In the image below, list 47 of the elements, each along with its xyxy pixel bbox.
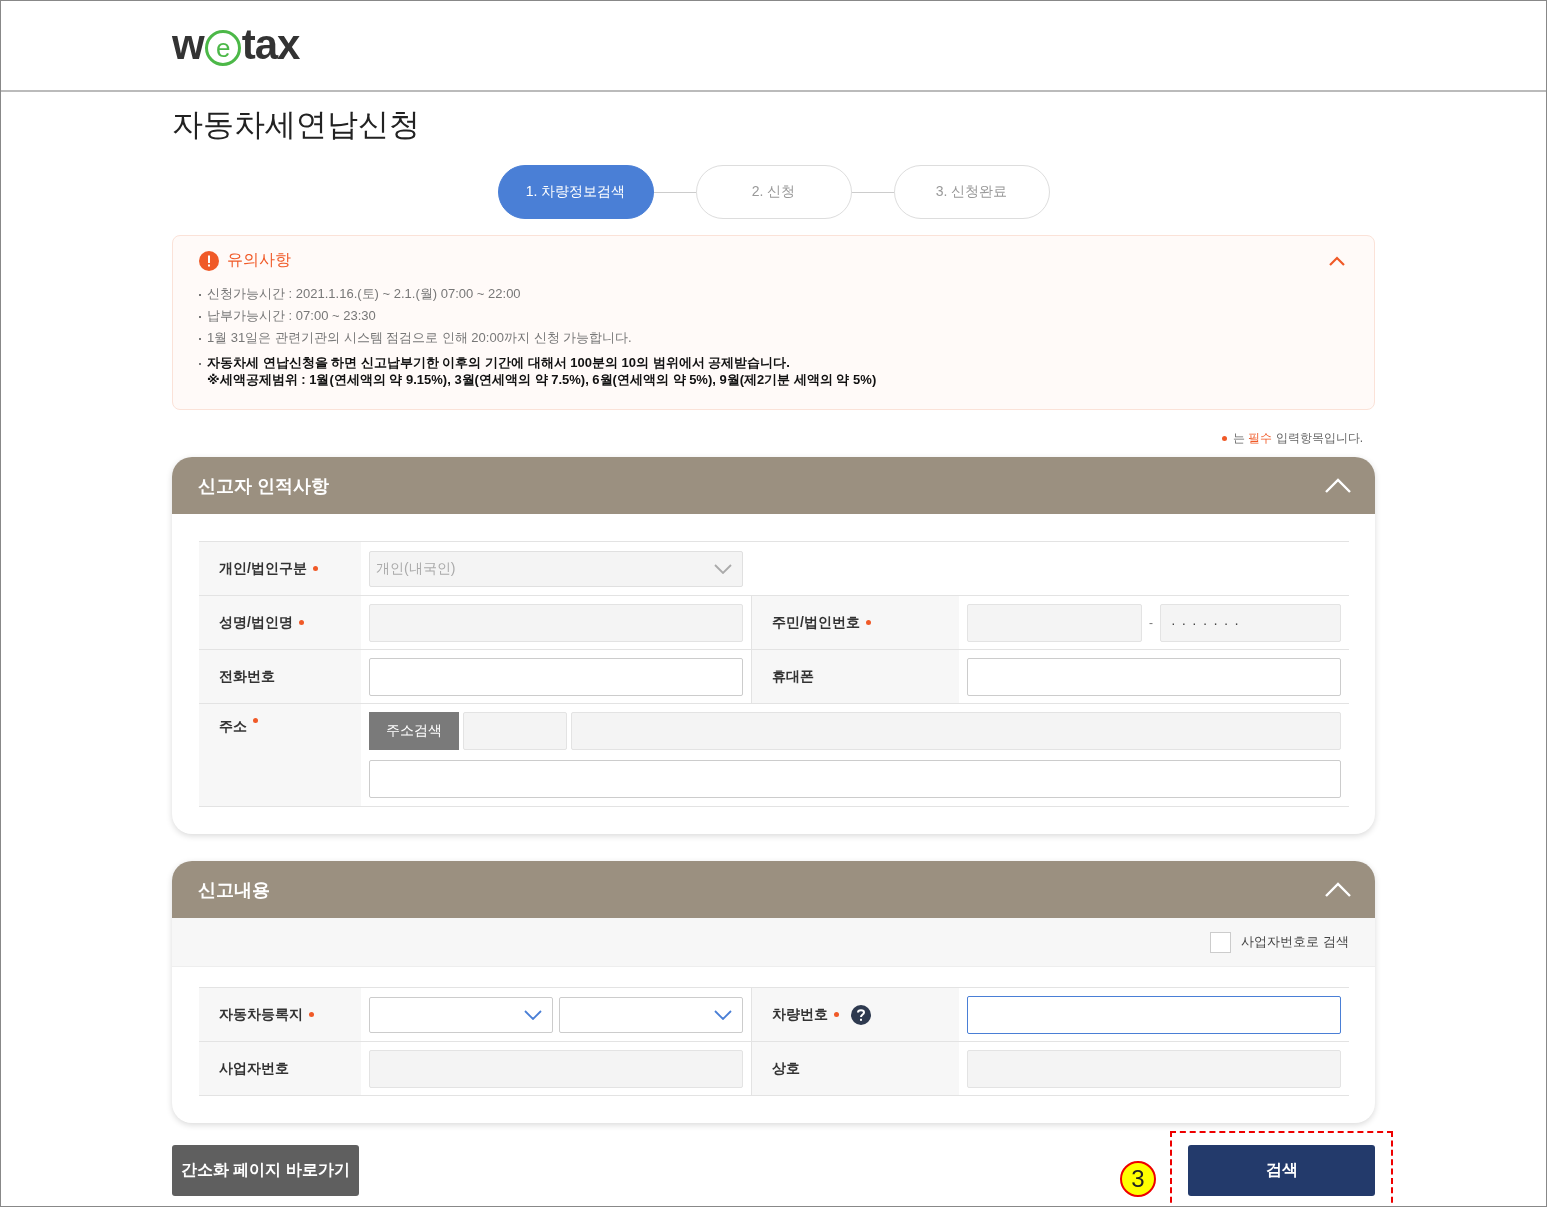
input-field[interactable] (967, 995, 1341, 1034)
field-label: 주소 (219, 718, 247, 736)
address-detail-field[interactable] (369, 760, 1341, 798)
select-field[interactable] (559, 996, 743, 1033)
collapse-icon[interactable] (1329, 255, 1345, 266)
required-mark-icon (309, 1012, 314, 1017)
field-label: 전화번호 (219, 667, 275, 686)
field-label: 차량번호 (772, 1005, 828, 1024)
required-mark-icon (865, 620, 871, 625)
select-field[interactable] (369, 996, 553, 1033)
notice-text: 납부가능시간 : 07:00 ~ 23:30 (207, 307, 376, 324)
field-label: 개인/법인구분 (219, 559, 307, 578)
checkbox[interactable] (1210, 931, 1232, 953)
chevron-down-icon (714, 1009, 732, 1020)
required-mark-icon (312, 566, 318, 571)
field-label: 성명/법인명 (219, 613, 293, 632)
required-mark-icon (1222, 436, 1227, 441)
input-field[interactable] (967, 657, 1341, 696)
section-title: 신고자 인적사항 (198, 474, 329, 498)
search-button[interactable]: 검색 (1188, 1145, 1375, 1196)
required-note: 는 필수 입력항목입니다. (1233, 430, 1363, 447)
notice-title: 유의사항 (227, 250, 291, 270)
field-label: 자동차등록지 (219, 1005, 303, 1024)
chevron-down-icon (714, 563, 732, 574)
checkbox-label[interactable]: 사업자번호로 검색 (1241, 933, 1349, 951)
notice-text: 신청가능시간 : 2021.1.16.(토) ~ 2.1.(월) 07:00 ~ 22:00 (207, 285, 521, 302)
field-label: 주민/법인번호 (772, 613, 860, 632)
separator-text: - (1149, 615, 1153, 630)
notice-text: 자동차세 연납신청을 하면 신고납부기한 이후의 기간에 대해서 100분의 10의 범위에서 공제받습니다. (207, 354, 791, 371)
chevron-down-icon (524, 1009, 542, 1020)
input-field[interactable] (369, 657, 743, 696)
required-mark-icon (253, 718, 258, 723)
field-label: 사업자번호 (219, 1059, 289, 1078)
simple-page-button[interactable]: 간소화 페이지 바로가기 (172, 1145, 359, 1196)
section-title: 신고내용 (198, 878, 270, 902)
logo[interactable]: w e tax (172, 23, 300, 67)
notice-text: ※세액공제범위 : 1월(연세액의 약 9.15%), 3월(연세액의 약 7.5%), 6월(연세액의 약 5%), 9월(제2기분 세액의 약 5%) (207, 371, 877, 388)
address-search-button[interactable]: 주소검색 (369, 712, 459, 750)
field-label: 상호 (772, 1059, 800, 1078)
step-number-badge: 3 (1120, 1160, 1156, 1197)
field-label: 휴대폰 (772, 667, 814, 686)
warning-icon (199, 250, 219, 271)
notice-text: 1월 31일은 관련기관의 시스템 점검으로 인해 20:00까지 신청 가능합니다. (207, 329, 632, 346)
required-mark-icon (834, 1012, 839, 1017)
required-mark-icon (298, 620, 304, 625)
page-title: 자동차세연납신청 (172, 106, 421, 144)
help-icon[interactable] (851, 1004, 871, 1025)
